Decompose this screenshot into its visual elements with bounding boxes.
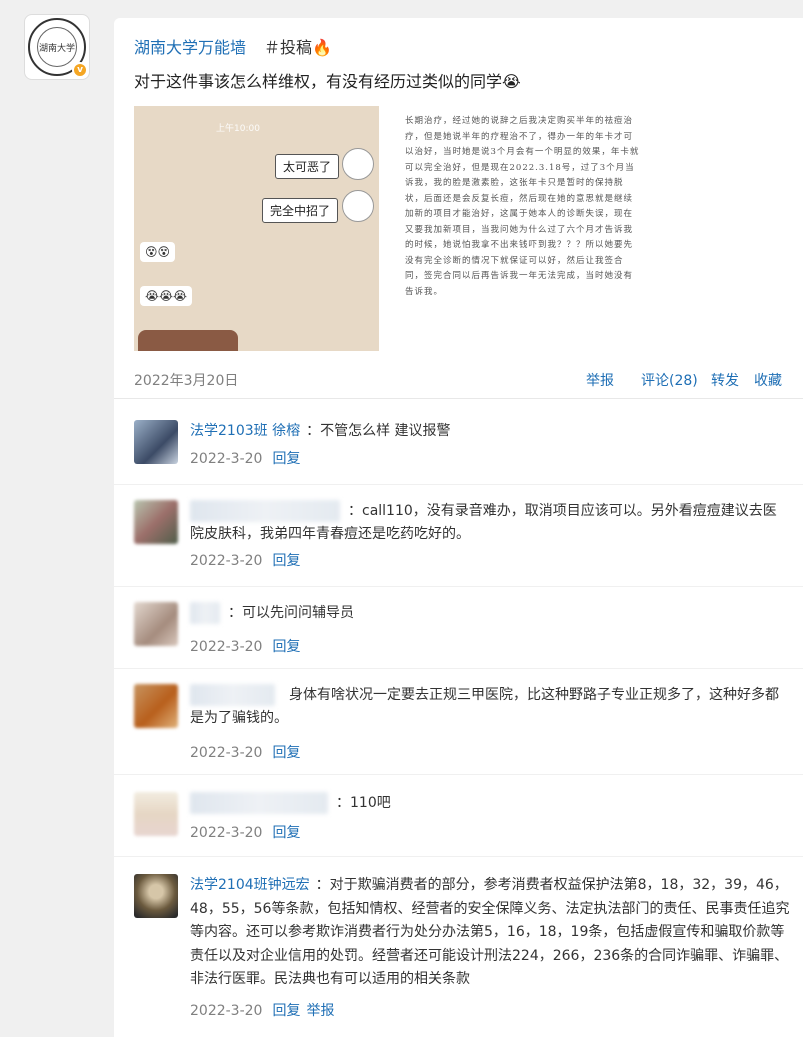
post-image-handwritten-note[interactable]: 长期治疗，经过她的说辞之后我决定购买半年的祛痘治疗，但是她说半年的疗程治不了，得… <box>401 106 646 351</box>
chat-bubble: 完全中招了 <box>262 198 339 223</box>
favorite-button[interactable]: 收藏 <box>754 370 782 390</box>
post-text: 对于这件事该怎么样维权，有没有经历过类似的同学😭 <box>134 72 521 91</box>
chat-avatar <box>342 190 374 222</box>
commenter-avatar[interactable] <box>134 684 178 728</box>
post-card: 湖南大学万能墙 ＃投稿🔥 对于这件事该怎么样维权，有没有经历过类似的同学😭 上午… <box>114 18 803 1037</box>
post-author-link[interactable]: 湖南大学万能墙 <box>134 34 246 58</box>
commenter-avatar[interactable] <box>134 874 178 918</box>
post-tag[interactable]: ＃投稿🔥 <box>264 34 332 58</box>
chat-emoji: 😭😭😭 <box>140 286 193 306</box>
reply-button[interactable]: 回复 <box>272 1003 300 1019</box>
reply-button[interactable]: 回复 <box>272 825 300 841</box>
comment-date: 2022-3-20 <box>190 1003 263 1019</box>
handwritten-text: 长期治疗，经过她的说辞之后我决定购买半年的祛痘治疗，但是她说半年的疗程治不了，得… <box>405 116 640 297</box>
university-seal-icon: 湖南大学 v <box>28 18 88 78</box>
commenter-name-blurred[interactable] <box>190 684 275 706</box>
comments-button[interactable]: 评论(28) <box>641 370 698 390</box>
commenter-avatar[interactable] <box>134 420 178 464</box>
comment-text: ：110吧 <box>336 795 391 811</box>
commenter-name-blurred[interactable] <box>190 792 328 814</box>
report-button[interactable]: 举报 <box>586 370 614 390</box>
comment-text: 身体有啥状况一定要去正规三甲医院，比这种野路子专业正规多了，这种好多都是为了骗钱… <box>190 687 779 726</box>
reply-button[interactable]: 回复 <box>272 451 300 467</box>
divider <box>114 398 803 399</box>
commenter-name[interactable]: 法学2103班 徐榕 <box>190 423 300 439</box>
chat-emoji: 😵😵 <box>140 242 176 262</box>
comment-text: ：对于欺骗消费者的部分，参考消费者权益保护法第8，18，32，39，46，48，… <box>190 877 790 987</box>
chat-photo <box>138 330 238 351</box>
divider <box>114 586 803 587</box>
chat-bubble: 太可恶了 <box>275 154 340 179</box>
commenter-avatar[interactable] <box>134 792 178 836</box>
reply-button[interactable]: 回复 <box>272 745 300 761</box>
comment-date: 2022-3-20 <box>190 553 263 569</box>
divider <box>114 856 803 857</box>
post-date: 2022年3月20日 <box>134 373 239 389</box>
verified-badge-icon: v <box>72 62 88 78</box>
comment-date: 2022-3-20 <box>190 451 263 467</box>
reply-button[interactable]: 回复 <box>272 639 300 655</box>
commenter-avatar[interactable] <box>134 500 178 544</box>
commenter-name[interactable]: 法学2104班钟远宏 <box>190 877 310 893</box>
comment-date: 2022-3-20 <box>190 825 263 841</box>
reply-button[interactable]: 回复 <box>272 553 300 569</box>
chat-time: 上午10:00 <box>216 124 260 134</box>
comment-report-button[interactable]: 举报 <box>306 1003 334 1019</box>
comment-text: ：不管怎么样 建议报警 <box>306 423 451 439</box>
repost-button[interactable]: 转发 <box>711 370 739 390</box>
chat-avatar <box>342 148 374 180</box>
account-avatar[interactable]: 湖南大学 v <box>24 14 90 80</box>
divider <box>114 484 803 485</box>
divider <box>114 774 803 775</box>
seal-text: 湖南大学 <box>37 27 77 67</box>
commenter-name-blurred[interactable] <box>190 602 220 624</box>
comment-text: ：可以先问问辅导员 <box>228 605 354 621</box>
comment-date: 2022-3-20 <box>190 745 263 761</box>
post-image-chat-screenshot[interactable]: 上午10:00 太可恶了 完全中招了 😵😵 😭😭😭 <box>134 106 379 351</box>
commenter-name-blurred[interactable] <box>190 500 340 522</box>
comment-date: 2022-3-20 <box>190 639 263 655</box>
divider <box>114 668 803 669</box>
commenter-avatar[interactable] <box>134 602 178 646</box>
